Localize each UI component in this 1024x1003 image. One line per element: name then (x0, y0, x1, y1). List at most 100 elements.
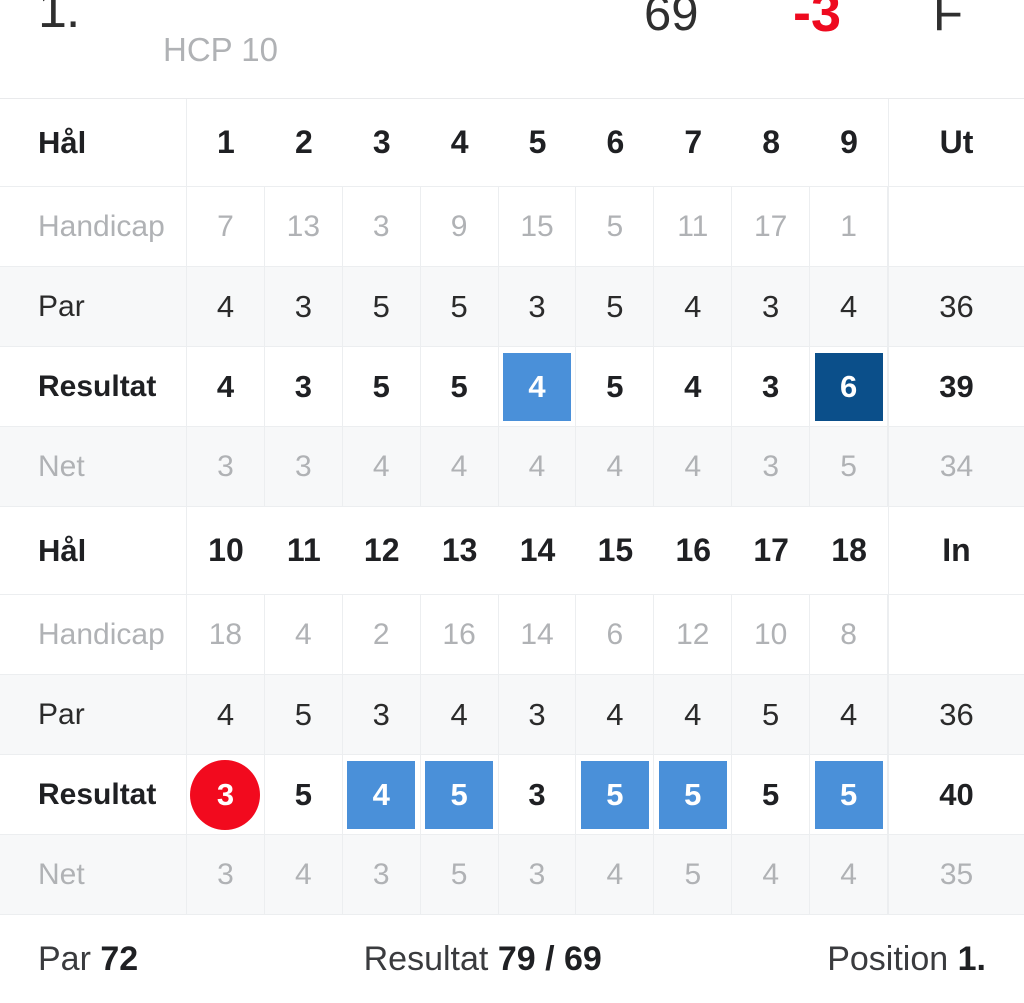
row-label-handicap: Handicap (0, 595, 187, 674)
back-par-total: 36 (888, 675, 1024, 754)
row-label-handicap: Handicap (0, 187, 187, 266)
player-gross-score: 69 (644, 0, 699, 41)
result-cell[interactable]: 5 (576, 755, 655, 834)
summary-position-value: 1. (957, 939, 986, 978)
back-handicap-total (888, 595, 1024, 674)
result-cell[interactable]: 3 (732, 347, 811, 426)
front-net-total: 34 (888, 427, 1024, 506)
par-value: 5 (732, 675, 811, 754)
handicap-value: 2 (343, 595, 421, 674)
result-cell[interactable]: 4 (343, 755, 421, 834)
hole-number: 12 (363, 532, 400, 568)
net-value: 3 (187, 835, 265, 914)
par-value: 3 (265, 267, 343, 346)
score-marker-bogey: 5 (580, 760, 649, 829)
handicap-value: 15 (499, 187, 577, 266)
net-value: 3 (265, 427, 343, 506)
player-handicap: HCP 10 (163, 31, 278, 68)
net-value: 5 (421, 835, 499, 914)
summary-position-label: Position (827, 939, 949, 978)
summary-par-label: Par (38, 939, 91, 978)
score-marker: 3 (528, 776, 546, 812)
summary-result-value: 79 / 69 (497, 939, 602, 978)
row-label-result: Resultat (0, 347, 187, 426)
front-net-row: Net 3 3 4 4 4 4 4 3 5 34 (0, 427, 1024, 507)
par-value: 3 (499, 267, 577, 346)
result-cell[interactable]: 5 (421, 347, 499, 426)
handicap-value: 14 (499, 595, 577, 674)
par-value: 5 (343, 267, 421, 346)
hole-number: 8 (762, 124, 781, 160)
result-cell[interactable]: 5 (576, 347, 655, 426)
result-cell[interactable]: 5 (810, 755, 889, 834)
par-value: 4 (576, 675, 655, 754)
score-marker-bogey: 5 (658, 760, 727, 829)
result-cell[interactable]: 5 (343, 347, 421, 426)
hole-number: 13 (441, 532, 478, 568)
hole-number: 11 (286, 532, 321, 568)
scorecard-table: Hål 1 2 3 4 5 6 7 8 9 Ut Handicap 7 13 3… (0, 99, 1024, 915)
front-result-total: 39 (888, 347, 1024, 426)
score-marker: 4 (684, 368, 702, 404)
handicap-value: 18 (187, 595, 265, 674)
hole-number: 10 (208, 532, 244, 568)
net-value: 3 (499, 835, 577, 914)
par-value: 5 (576, 267, 655, 346)
front-result-cells: 4 3 5 5 4 5 4 3 6 (187, 347, 889, 426)
back-result-total: 40 (888, 755, 1024, 834)
net-value: 4 (576, 835, 655, 914)
result-cell[interactable]: 4 (499, 347, 577, 426)
row-label-hole: Hål (0, 99, 187, 186)
back-result-row: Resultat 3 5 4 5 3 5 5 5 5 40 (0, 755, 1024, 835)
result-cell[interactable]: 5 (265, 755, 343, 834)
score-marker: 4 (216, 368, 235, 404)
back-nine-block: Hål 10 11 12 13 14 15 16 17 18 In Handic… (0, 507, 1024, 915)
front-handicap-total (888, 187, 1024, 266)
score-marker: 5 (450, 368, 468, 404)
result-cell[interactable]: 4 (654, 347, 733, 426)
net-value: 3 (732, 427, 811, 506)
result-cell[interactable]: 3 (265, 347, 343, 426)
back-handicap-cells: 18 4 2 16 14 6 12 10 8 (187, 595, 889, 674)
par-value: 4 (654, 267, 733, 346)
handicap-value: 7 (187, 187, 265, 266)
result-cell[interactable]: 4 (187, 347, 265, 426)
scorecard: 1. HCP 10 69 -3 F Hål 1 2 3 4 5 6 7 8 9 (0, 0, 1024, 1003)
result-cell[interactable]: 3 (187, 755, 265, 834)
back-net-cells: 3 4 3 5 3 4 5 4 4 (187, 835, 889, 914)
score-marker-double-bogey: 6 (814, 352, 883, 421)
score-marker: 5 (606, 368, 624, 404)
score-marker-bogey: 4 (347, 760, 416, 829)
result-cell[interactable]: 5 (654, 755, 733, 834)
row-label-net: Net (0, 835, 187, 914)
hole-number: 6 (606, 124, 625, 160)
result-cell[interactable]: 6 (810, 347, 889, 426)
row-label-net: Net (0, 427, 187, 506)
score-marker-bogey: 5 (814, 760, 883, 829)
net-value: 4 (499, 427, 577, 506)
handicap-value: 10 (732, 595, 811, 674)
handicap-value: 4 (265, 595, 343, 674)
row-label-par: Par (0, 267, 187, 346)
summary-position: Position 1. (827, 940, 986, 979)
front-total-header: Ut (888, 99, 1024, 186)
front-nine-block: Hål 1 2 3 4 5 6 7 8 9 Ut Handicap 7 13 3… (0, 99, 1024, 507)
handicap-value: 5 (576, 187, 655, 266)
par-value: 4 (810, 675, 889, 754)
player-position: 1. (38, 0, 80, 39)
result-cell[interactable]: 5 (421, 755, 499, 834)
result-cell[interactable]: 5 (732, 755, 811, 834)
handicap-value: 17 (732, 187, 811, 266)
front-result-row: Resultat 4 3 5 5 4 5 4 3 6 39 (0, 347, 1024, 427)
handicap-value: 16 (421, 595, 499, 674)
par-value: 4 (187, 267, 265, 346)
result-cell[interactable]: 3 (499, 755, 577, 834)
hole-number: 18 (831, 532, 867, 568)
back-total-header: In (888, 507, 1024, 594)
back-hole-cells: 10 11 12 13 14 15 16 17 18 (187, 507, 888, 594)
front-hole-row: Hål 1 2 3 4 5 6 7 8 9 Ut (0, 99, 1024, 187)
net-value: 4 (421, 427, 499, 506)
row-label-hole: Hål (0, 507, 187, 594)
par-value: 4 (187, 675, 265, 754)
score-marker-bogey: 5 (425, 760, 494, 829)
